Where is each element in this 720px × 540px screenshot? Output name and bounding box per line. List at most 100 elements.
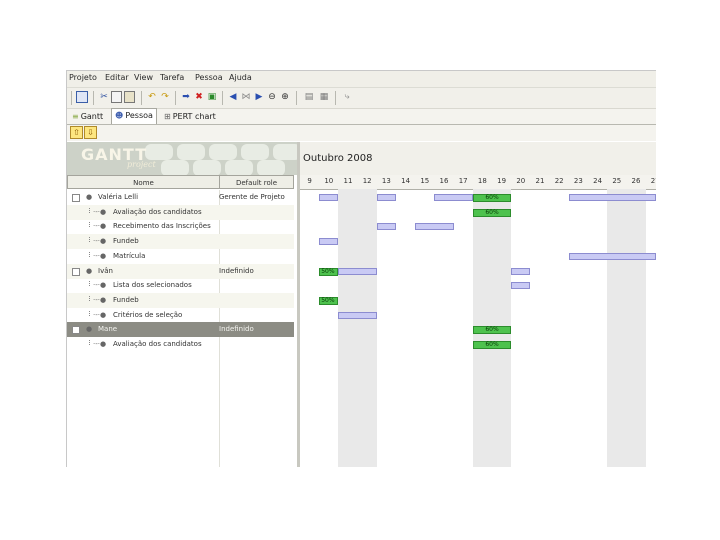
day-label: 27 — [650, 177, 656, 185]
row-name: Valéria Lelli — [98, 193, 139, 201]
tab-gantt[interactable]: ≡ Gantt — [69, 110, 106, 123]
column-header-name[interactable]: Nome — [67, 175, 220, 189]
task-progress-bar[interactable]: 50% — [319, 267, 339, 276]
unlink-icon[interactable]: ⤷ — [341, 91, 353, 103]
task-progress-bar[interactable]: 60% — [472, 208, 512, 217]
outdent-icon[interactable]: ▦ — [318, 91, 330, 103]
new-task-icon[interactable]: ▣ — [206, 91, 218, 103]
menu-ajuda[interactable]: Ajuda — [229, 73, 252, 82]
menu-bar: Projeto Editar View Tarefa Pessoa Ajuda — [67, 71, 656, 88]
column-header-default-role[interactable]: Default role — [219, 175, 294, 189]
task-bar[interactable] — [338, 311, 377, 319]
weekend-column — [338, 189, 358, 467]
menu-pessoa[interactable]: Pessoa — [195, 73, 223, 82]
logo-subtitle: project — [127, 160, 156, 169]
task-progress-bar[interactable]: 60% — [472, 326, 512, 335]
task-bar[interactable] — [338, 267, 377, 275]
zoom-out-icon[interactable]: ⊖ — [266, 91, 278, 103]
menu-editar[interactable]: Editar — [105, 73, 129, 82]
task-progress-bar[interactable]: 60% — [472, 341, 512, 349]
task-bar[interactable] — [568, 194, 656, 201]
task-bar[interactable] — [319, 194, 339, 201]
task-bar[interactable] — [434, 194, 473, 201]
row-role: Indefinido — [219, 325, 254, 334]
delete-icon[interactable]: ✖ — [193, 91, 205, 103]
gantt-chart: Outubro 2008 9 10 11 12 13 14 15 16 17 18 19 20 21 22… — [300, 142, 656, 467]
weekend-column — [357, 189, 377, 467]
expand-checkbox[interactable] — [72, 267, 80, 276]
day-label: 21 — [535, 177, 545, 185]
day-label: 10 — [324, 177, 334, 185]
row-name: Avaliação dos candidatos — [113, 340, 202, 348]
person-icon: ● — [86, 193, 93, 201]
save-icon[interactable] — [76, 91, 88, 103]
task-assignment-row[interactable]: ·-·● Recebimento das Inscrições — [67, 219, 294, 234]
menu-view[interactable]: View — [134, 73, 153, 82]
undo-icon[interactable]: ↶ — [146, 91, 158, 103]
weekend-column — [607, 189, 627, 467]
task-assignment-row[interactable]: ·-·● Matrícula — [67, 249, 294, 264]
task-assignment-row[interactable]: ·-·● Fundeb — [67, 234, 294, 250]
day-label: 18 — [477, 177, 487, 185]
copy-icon[interactable] — [111, 91, 122, 103]
task-progress-bar[interactable]: 60% — [472, 194, 512, 202]
task-bar[interactable] — [319, 238, 339, 246]
task-bar[interactable] — [511, 282, 531, 290]
move-down-icon[interactable]: ⇩ — [84, 126, 97, 139]
resource-table: GANTT project Nome Default role ● Valéria… — [67, 142, 300, 467]
day-label: 16 — [439, 177, 449, 185]
resource-row[interactable]: ● Mane Indefinido — [67, 322, 294, 338]
menu-tarefa[interactable]: Tarefa — [160, 73, 184, 82]
task-assignment-row[interactable]: ·-·● Avaliação dos candidatos — [67, 204, 294, 220]
row-name: Matrícula — [113, 251, 146, 260]
row-role: Indefinido — [219, 266, 254, 275]
task-assignment-row[interactable]: ·-·● Lista dos selecionados — [67, 278, 294, 293]
resource-row[interactable]: ● Valéria Lelli Gerente de Projeto — [67, 190, 294, 205]
task-progress-bar[interactable]: 50% — [319, 296, 339, 305]
resource-toolbar: ⇧ ⇩ — [67, 125, 656, 141]
paste-icon[interactable] — [124, 91, 135, 103]
person-icon: ● — [86, 266, 93, 275]
expand-checkbox[interactable] — [72, 326, 80, 335]
task-assignment-row[interactable]: ·-·● Critérios de seleção — [67, 308, 294, 323]
expand-checkbox[interactable] — [72, 194, 80, 202]
logo-hexagon — [177, 144, 205, 160]
pert-icon: ⊞ — [164, 112, 171, 121]
task-bar[interactable] — [376, 223, 396, 231]
link-icon[interactable]: ⋈ — [240, 91, 252, 103]
zoom-in-icon[interactable]: ⊕ — [279, 91, 291, 103]
prev-icon[interactable]: ◀ — [227, 91, 239, 103]
task-icon: ·-·● — [93, 251, 107, 260]
progress-label: 60% — [485, 341, 499, 348]
task-bar[interactable] — [568, 252, 656, 260]
resource-row[interactable]: ● Ivân Indefinido — [67, 263, 294, 279]
task-assignment-row[interactable]: ·-·● Fundeb — [67, 292, 294, 308]
tree-line — [89, 222, 91, 228]
tree-line — [89, 251, 91, 257]
cut-icon[interactable]: ✂ — [98, 91, 110, 103]
next-icon[interactable]: ▶ — [253, 91, 265, 103]
day-label: 12 — [362, 177, 372, 185]
task-icon: ·-·● — [93, 310, 107, 319]
tab-pessoa[interactable]: ☻ Pessoa — [111, 108, 157, 124]
task-bar[interactable] — [511, 267, 531, 275]
move-up-icon[interactable]: ⇧ — [70, 126, 83, 139]
gantt-project-window: Projeto Editar View Tarefa Pessoa Ajuda … — [66, 70, 656, 467]
menu-projeto[interactable]: Projeto — [69, 73, 97, 82]
task-bar[interactable] — [376, 194, 396, 201]
task-bar[interactable] — [415, 223, 454, 231]
progress-label: 50% — [321, 296, 335, 304]
day-label: 9 — [307, 177, 312, 185]
day-label: 15 — [420, 177, 430, 185]
indent-icon[interactable]: ▤ — [303, 91, 315, 103]
row-name: Lista dos selecionados — [113, 281, 192, 290]
arrow-right-icon[interactable]: ➡ — [180, 91, 192, 103]
tree-line — [89, 295, 91, 301]
redo-icon[interactable]: ↷ — [159, 91, 171, 103]
tab-pert-chart[interactable]: ⊞ PERT chart — [161, 110, 219, 123]
day-label: 13 — [381, 177, 391, 185]
day-label: 20 — [516, 177, 526, 185]
toolbar-separator — [93, 91, 94, 105]
tree-line — [89, 237, 91, 243]
task-assignment-row[interactable]: ·-·● Avaliação dos candidatos — [67, 337, 294, 352]
